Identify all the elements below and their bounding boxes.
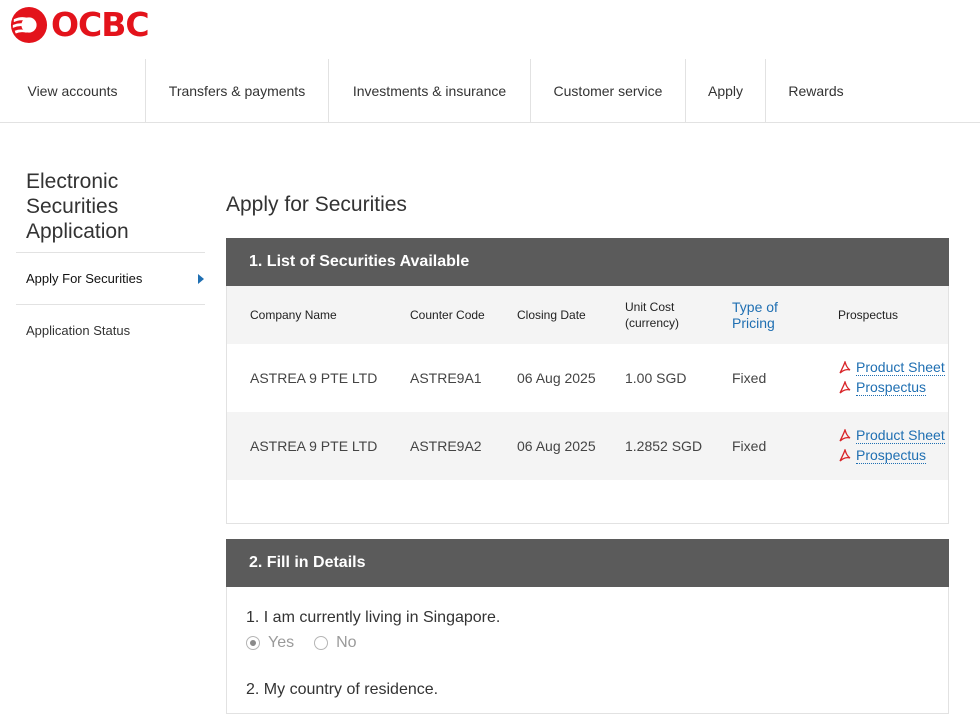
prospectus-link[interactable]: Prospectus [838, 446, 945, 466]
securities-list-panel: 1. List of Securities Available Company … [226, 238, 949, 524]
nav-apply[interactable]: Apply [686, 59, 766, 122]
sidebar-item-label: Apply For Securities [26, 271, 143, 286]
table-row: ASTREA 9 PTE LTD ASTRE9A2 06 Aug 2025 1.… [227, 412, 948, 480]
table-row: ASTREA 9 PTE LTD ASTRE9A1 06 Aug 2025 1.… [227, 344, 948, 412]
nav-customer-service[interactable]: Customer service [531, 59, 686, 122]
table-header: Company Name Counter Code Closing Date U… [227, 286, 948, 344]
page-title: Apply for Securities [226, 193, 407, 216]
nav-transfers-payments[interactable]: Transfers & payments [146, 59, 329, 122]
col-company-name: Company Name [250, 308, 337, 322]
cell-closing-date: 06 Aug 2025 [517, 438, 596, 454]
col-prospectus: Prospectus [838, 308, 899, 322]
residence-radio-group: Yes No [246, 634, 377, 652]
question-living-in-singapore: 1. I am currently living in Singapore. [246, 609, 501, 626]
product-sheet-link[interactable]: Product Sheet [838, 358, 945, 378]
nav-rewards[interactable]: Rewards [766, 59, 866, 122]
col-unit-cost: Unit Cost (currency) [625, 300, 680, 330]
sidebar-title: Electronic Securities Application [26, 170, 129, 243]
cell-unit-cost: 1.00 SGD [625, 370, 687, 386]
brand-name: OCBC [51, 5, 150, 44]
cell-closing-date: 06 Aug 2025 [517, 370, 596, 386]
main-nav: View accounts Transfers & payments Inves… [0, 59, 980, 123]
section-heading: 2. Fill in Details [226, 539, 949, 587]
question-country-of-residence: 2. My country of residence. [246, 681, 439, 698]
col-closing-date: Closing Date [517, 308, 586, 322]
radio-no-label[interactable]: No [336, 634, 356, 652]
prospectus-links: Product Sheet Prospectus [838, 358, 945, 398]
fill-in-details-panel: 2. Fill in Details 1. I am currently liv… [226, 539, 949, 714]
radio-yes-label[interactable]: Yes [268, 634, 294, 652]
ocbc-logo-icon [10, 6, 48, 43]
prospectus-link[interactable]: Prospectus [838, 378, 945, 398]
cell-pricing: Fixed [732, 370, 767, 386]
radio-no[interactable] [314, 636, 329, 650]
cell-unit-cost: 1.2852 SGD [625, 438, 703, 454]
pdf-icon [839, 449, 851, 462]
product-sheet-link[interactable]: Product Sheet [838, 426, 945, 446]
cell-counter-code: ASTRE9A2 [410, 438, 482, 454]
cell-pricing: Fixed [732, 438, 767, 454]
nav-view-accounts[interactable]: View accounts [0, 59, 146, 122]
sidebar-item-application-status[interactable]: Application Status [16, 304, 205, 356]
cell-company: ASTREA 9 PTE LTD [250, 370, 378, 386]
prospectus-links: Product Sheet Prospectus [838, 426, 945, 466]
pdf-icon [839, 361, 851, 374]
cell-company: ASTREA 9 PTE LTD [250, 438, 378, 454]
sidebar-item-label: Application Status [26, 323, 131, 338]
col-type-of-pricing[interactable]: Type of Pricing [732, 299, 802, 331]
pdf-icon [839, 381, 851, 394]
cell-counter-code: ASTRE9A1 [410, 370, 482, 386]
caret-right-icon [198, 273, 204, 284]
col-counter-code: Counter Code [410, 308, 485, 322]
sidebar-menu: Apply For Securities Application Status [16, 252, 205, 356]
pdf-icon [839, 429, 851, 442]
nav-investments-insurance[interactable]: Investments & insurance [329, 59, 531, 122]
section-heading: 1. List of Securities Available [226, 238, 949, 286]
radio-yes[interactable] [246, 636, 260, 650]
sidebar-item-apply-for-securities[interactable]: Apply For Securities [16, 252, 205, 304]
ocbc-logo[interactable]: OCBC [10, 5, 150, 44]
